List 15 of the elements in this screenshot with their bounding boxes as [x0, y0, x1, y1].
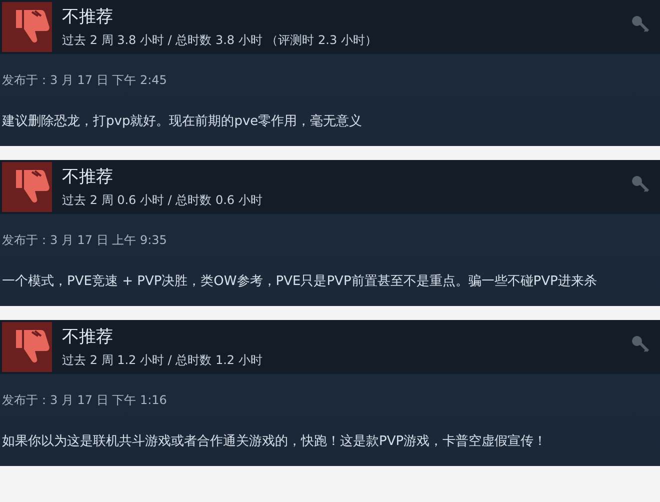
- review-verdict: 不推荐: [62, 166, 114, 188]
- posted-date: 发布于：3 月 17 日 上午 9:35: [2, 232, 168, 249]
- playtime-hours: 过去 2 周 1.2 小时 / 总时数 1.2 小时: [62, 352, 264, 369]
- review-verdict: 不推荐: [62, 6, 114, 28]
- key-icon: [630, 174, 650, 194]
- review-text: 一个模式，PVE竞速 + PVP决胜，类OW参考，PVE只是PVP前置甚至不是重点。骗一些不碰PVP进来杀: [2, 273, 598, 291]
- playtime-hours: 过去 2 周 0.6 小时 / 总时数 0.6 小时: [62, 192, 264, 209]
- key-icon: [630, 14, 650, 34]
- playtime-hours: 过去 2 周 3.8 小时 / 总时数 3.8 小时 （评测时 2.3 小时）: [62, 32, 378, 49]
- posted-date: 发布于：3 月 17 日 下午 2:45: [2, 72, 168, 89]
- review-verdict: 不推荐: [62, 326, 114, 348]
- review-text: 如果你以为这是联机共斗游戏或者合作通关游戏的，快跑！这是款PVP游戏，卡普空虚假宣传！: [2, 432, 548, 451]
- key-icon: [630, 334, 650, 354]
- posted-date: 发布于：3 月 17 日 下午 1:16: [2, 392, 168, 409]
- review-text: 建议删除恐龙，打pvp就好。现在前期的pve零作用，毫无意义: [2, 113, 364, 131]
